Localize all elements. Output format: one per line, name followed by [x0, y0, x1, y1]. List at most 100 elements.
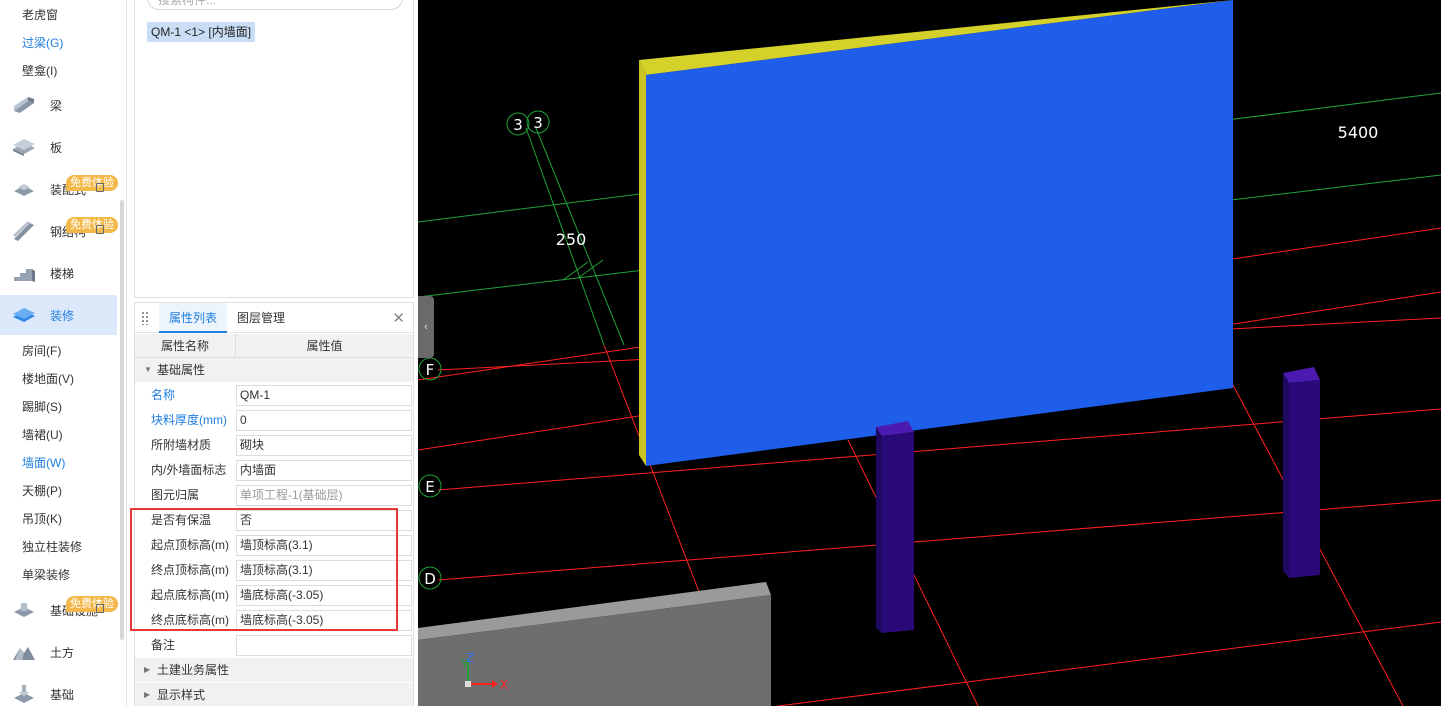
property-row: 所附墙材质 砌块: [135, 433, 413, 458]
nav-category-label: 装修: [50, 309, 75, 323]
nav-category-decoration[interactable]: 装修: [0, 295, 117, 335]
nav-category-stairs[interactable]: 楼梯: [0, 253, 117, 293]
wall-front-face: [646, 0, 1233, 466]
nav-item-column-finish[interactable]: 独立柱装修: [22, 536, 82, 558]
property-row: 块料厚度(mm) 0: [135, 408, 413, 433]
property-value-input[interactable]: 0: [236, 410, 412, 431]
collapse-triangle-icon: ▼: [144, 365, 152, 374]
property-name: 名称: [151, 388, 176, 402]
property-name: 块料厚度(mm): [151, 413, 227, 427]
gizmo-z-label: Z: [466, 651, 474, 665]
nav-scrollbar[interactable]: [120, 200, 124, 640]
property-value-input[interactable]: [236, 635, 412, 656]
axis-label-E: E: [425, 478, 434, 496]
foundation-icon: [14, 685, 34, 703]
lock-icon: [96, 183, 104, 192]
property-panel-tabs: 属性列表 图层管理 ✕: [135, 303, 413, 333]
property-value-input[interactable]: 内墙面: [236, 460, 412, 481]
panel-collapse-button[interactable]: ‹: [418, 296, 434, 358]
nav-item-suspended-ceiling[interactable]: 吊顶(K): [22, 508, 62, 530]
nav-category-foundation[interactable]: 基础: [0, 674, 117, 706]
wall-side-face: [639, 60, 646, 466]
axis-label-F: F: [426, 361, 435, 379]
column-header-value: 属性值: [306, 339, 343, 353]
free-trial-badge: 免费体验: [66, 175, 118, 191]
foundation-infra-icon: [14, 603, 34, 617]
group-label: 土建业务属性: [157, 663, 230, 677]
lock-icon: [96, 604, 104, 613]
nav-category-prefab[interactable]: 装配式 免费体验: [0, 169, 118, 209]
nav-category-beam[interactable]: 梁: [0, 85, 117, 125]
component-list-panel: 搜索构件... QM-1 <1> [内墙面]: [134, 0, 414, 298]
group-label: 显示样式: [157, 688, 206, 702]
highlight-annotation-box: [130, 508, 398, 631]
nav-item-wall-surface[interactable]: 墙面(W): [22, 452, 65, 474]
nav-category-steel[interactable]: 钢结构 免费体验: [0, 211, 118, 251]
property-value-input: 单项工程-1(基础层): [236, 485, 412, 506]
property-row: 备注: [135, 633, 413, 658]
group-display-style[interactable]: ▶ 显示样式: [135, 683, 413, 706]
nav-item-dado[interactable]: 墙裙(U): [22, 424, 63, 446]
lock-icon: [96, 225, 104, 234]
nav-category-label: 梁: [50, 99, 63, 113]
nav-category-label: 板: [50, 141, 63, 155]
decoration-icon: [13, 308, 35, 322]
nav-category-slab[interactable]: 板: [0, 127, 117, 167]
nav-category-earthwork[interactable]: 土方: [0, 632, 117, 672]
gizmo-x-label: X: [500, 678, 508, 692]
nav-item-skirting[interactable]: 踢脚(S): [22, 396, 62, 418]
dimension-label-5400: 5400: [1338, 123, 1379, 142]
nav-item-floor[interactable]: 楼地面(V): [22, 368, 74, 390]
property-table-header: 属性名称 属性值: [135, 334, 413, 358]
group-civil-properties[interactable]: ▶ 土建业务属性: [135, 658, 413, 682]
property-value-input[interactable]: 砌块: [236, 435, 412, 456]
nav-item-beam-finish[interactable]: 单梁装修: [22, 564, 70, 586]
column-side: [1283, 373, 1289, 578]
dimension-label-250: 250: [556, 230, 587, 249]
slab-icon: [13, 139, 35, 156]
nav-item-lintel[interactable]: 过梁(G): [22, 32, 63, 54]
stairs-icon: [14, 269, 35, 282]
drag-handle-icon[interactable]: [141, 311, 149, 325]
nav-category-label: 基础: [50, 688, 75, 702]
property-row: 内/外墙面标志 内墙面: [135, 458, 413, 483]
tab-property-list[interactable]: 属性列表: [159, 303, 228, 333]
group-label: 基础属性: [157, 363, 206, 377]
tab-layer-management[interactable]: 图层管理: [227, 303, 295, 333]
property-row: 图元归属 单项工程-1(基础层): [135, 483, 413, 508]
free-trial-badge: 免费体验: [66, 596, 118, 612]
axis-label-3b: 3: [533, 114, 543, 132]
component-search-input[interactable]: 搜索构件...: [147, 0, 403, 10]
3d-viewport[interactable]: 3 3 F E D 250 5400 Y Z X: [418, 0, 1441, 706]
viewport-canvas: 3 3 F E D 250 5400 Y Z X: [418, 0, 1441, 706]
column-front: [882, 432, 914, 633]
earthwork-icon: [13, 647, 35, 660]
search-placeholder: 搜索构件...: [158, 0, 217, 7]
prefab-icon: [14, 184, 34, 196]
axis-label-D: D: [424, 570, 436, 588]
property-value-input[interactable]: QM-1: [236, 385, 412, 406]
app-window: 老虎窗 过梁(G) 壁龛(I) 梁 板 装配式 免费体验 钢结构 免费体验 楼梯: [0, 0, 1441, 706]
close-icon[interactable]: ✕: [392, 309, 405, 327]
steel-icon: [13, 221, 34, 241]
nav-category-foundation-infra[interactable]: 基础设施 免费体验: [0, 590, 118, 630]
expand-triangle-icon: ▶: [144, 665, 151, 674]
column-header-name: 属性名称: [135, 334, 236, 358]
property-panel: 属性列表 图层管理 ✕ 属性名称 属性值 ▼ 基础属性 名称 QM-1 块料厚度…: [134, 302, 414, 706]
column-front: [1289, 380, 1320, 578]
free-trial-badge: 免费体验: [66, 217, 118, 233]
property-name: 图元归属: [151, 488, 200, 502]
nav-category-label: 楼梯: [50, 267, 75, 281]
nav-category-label: 土方: [50, 646, 75, 660]
property-name: 所附墙材质: [151, 438, 212, 452]
component-list-item[interactable]: QM-1 <1> [内墙面]: [147, 22, 256, 42]
beam-icon: [14, 97, 34, 113]
property-name: 内/外墙面标志: [151, 463, 227, 477]
expand-triangle-icon: ▶: [144, 690, 151, 699]
nav-item-niche[interactable]: 壁龛(I): [22, 60, 57, 82]
nav-item-dormer[interactable]: 老虎窗: [22, 4, 58, 26]
nav-item-ceiling[interactable]: 天棚(P): [22, 480, 62, 502]
group-basic-properties[interactable]: ▼ 基础属性: [135, 358, 413, 382]
nav-item-room[interactable]: 房间(F): [22, 340, 61, 362]
property-name: 备注: [151, 638, 176, 652]
